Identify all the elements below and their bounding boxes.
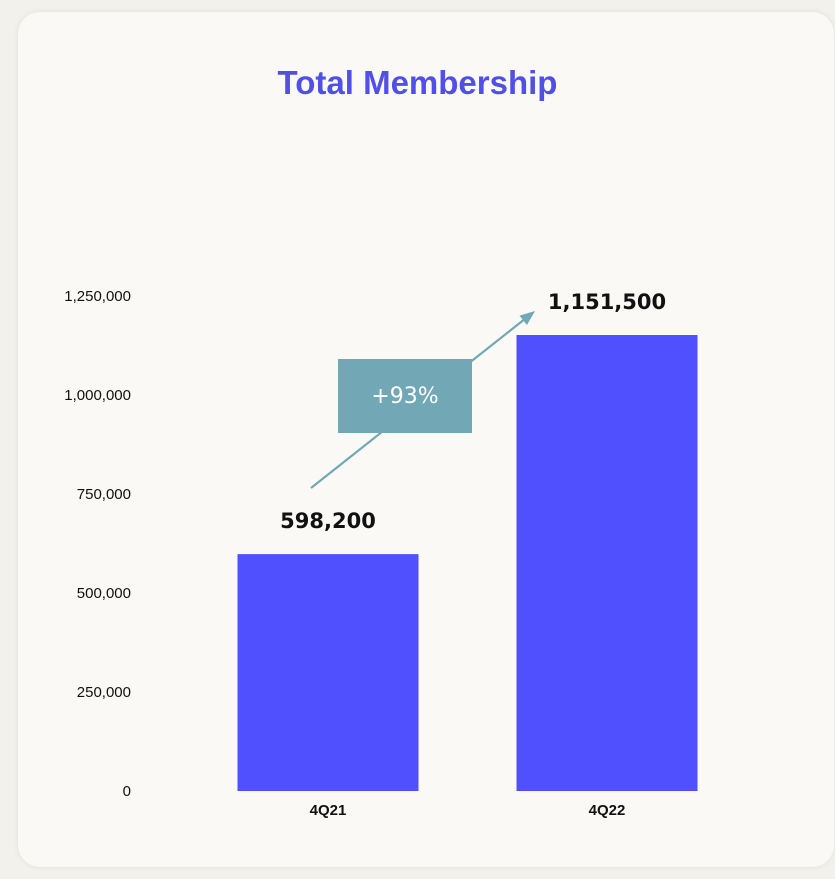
y-axis: 0 250,000 500,000 750,000 1,000,000 1,250,000 — [64, 288, 131, 800]
arrow-head — [519, 311, 535, 326]
x-tick-label: 4Q22 — [589, 802, 626, 819]
y-tick-label: 750,000 — [77, 486, 131, 503]
y-tick-label: 1,000,000 — [64, 387, 131, 404]
callout-label: +93% — [371, 384, 438, 409]
y-tick-label: 0 — [123, 783, 131, 800]
bar — [516, 335, 698, 791]
y-tick-label: 500,000 — [77, 585, 131, 602]
bar-chart: 0 250,000 500,000 750,000 1,000,000 1,250,000… — [64, 288, 698, 819]
data-label: 598,200 — [280, 509, 376, 533]
x-axis: 4Q21 4Q22 — [310, 802, 626, 819]
data-label: 1,151,500 — [548, 290, 666, 314]
x-tick-label: 4Q21 — [310, 802, 347, 819]
bar — [237, 554, 419, 791]
growth-callout: +93% — [338, 359, 472, 433]
y-tick-label: 1,250,000 — [64, 288, 131, 305]
y-tick-label: 250,000 — [77, 684, 131, 701]
